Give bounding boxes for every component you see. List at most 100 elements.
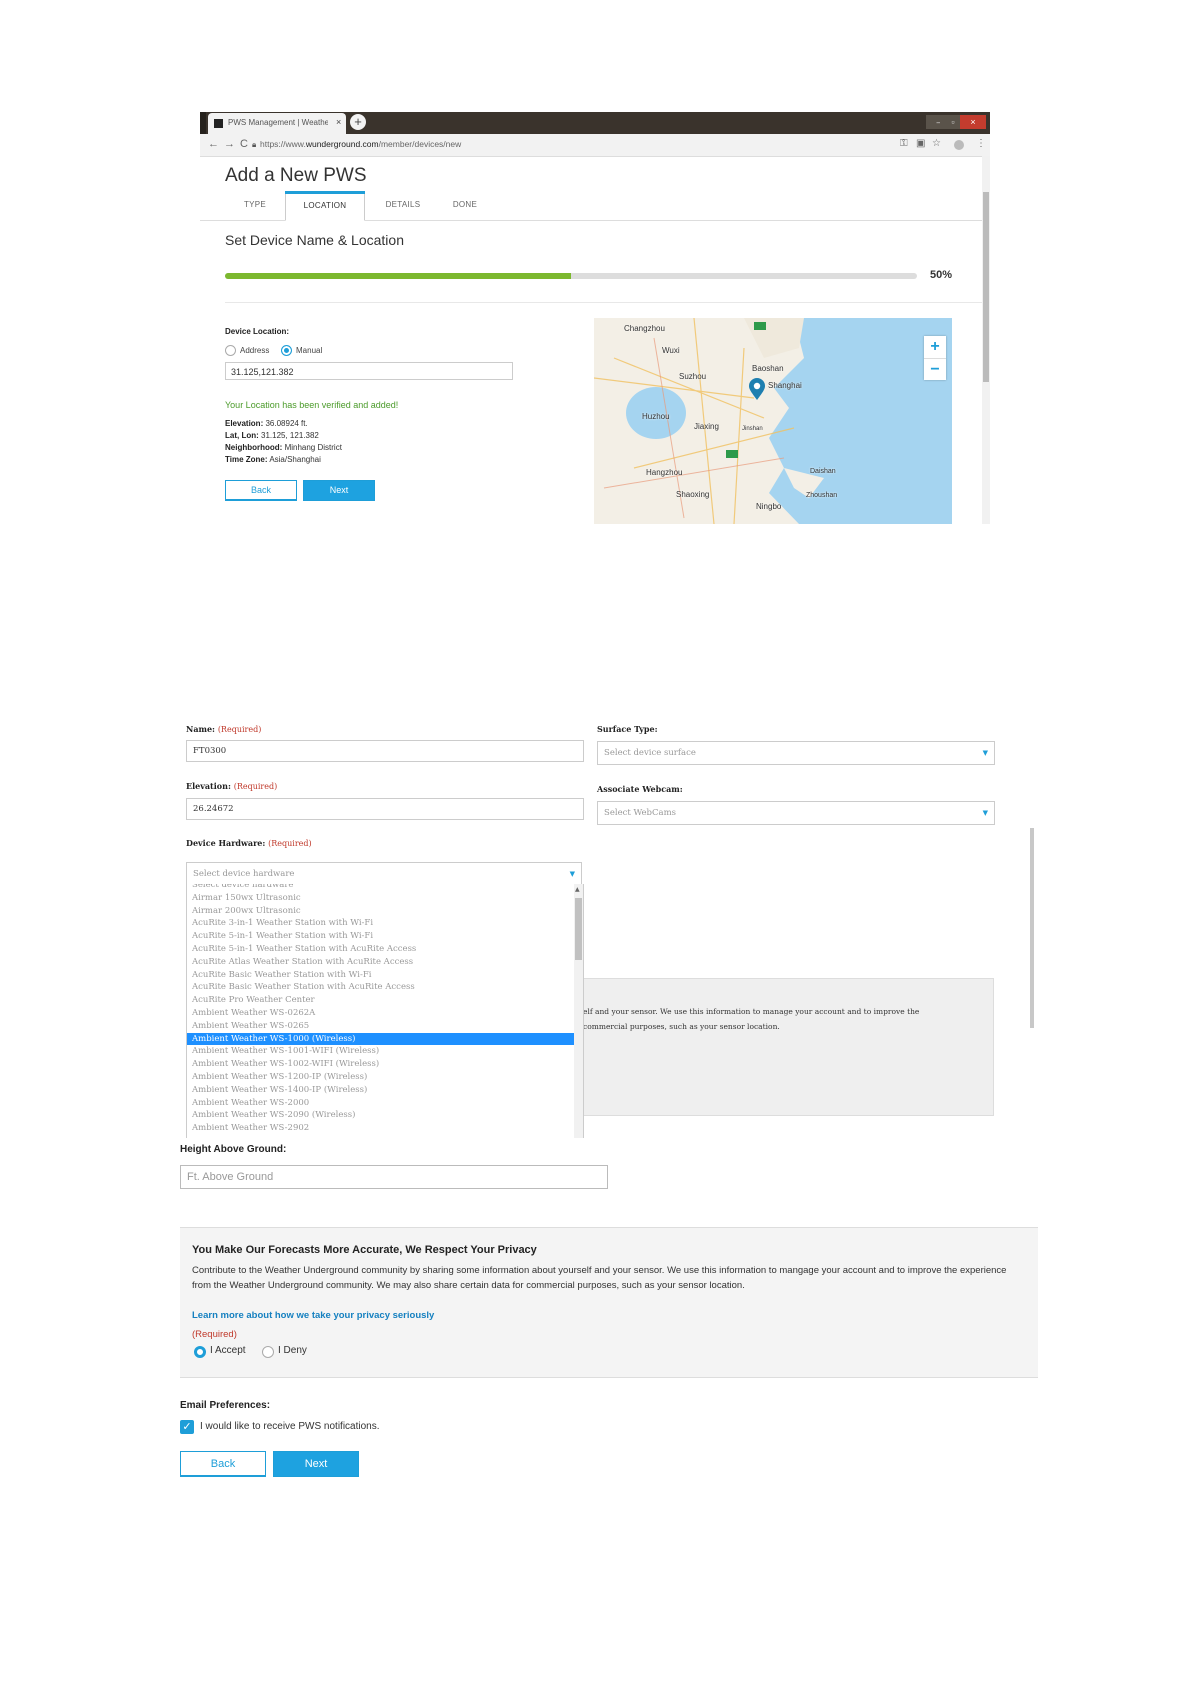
- privacy-required-tag: (Required): [192, 1329, 237, 1340]
- notifications-checkbox[interactable]: ✓: [180, 1420, 194, 1434]
- hardware-option[interactable]: AcuRite Pro Weather Center: [187, 994, 583, 1007]
- device-hardware-label-text: Device Hardware:: [186, 838, 266, 848]
- back-button[interactable]: Back: [225, 480, 297, 501]
- next-button-final[interactable]: Next: [273, 1451, 359, 1477]
- scrollbar-thumb[interactable]: [983, 192, 989, 382]
- radio-address[interactable]: [225, 345, 236, 356]
- height-above-ground-input[interactable]: Ft. Above Ground: [180, 1165, 608, 1189]
- map-label-huzhou: Huzhou: [642, 412, 670, 421]
- webcam-select[interactable]: Select WebCams ▼: [597, 801, 995, 825]
- back-arrow-icon[interactable]: ←: [208, 138, 219, 150]
- privacy-partial-line2: commercial purposes, such as your sensor…: [583, 1022, 780, 1031]
- details-form-screenshot: Name: (Required) FT0300 Surface Type: Se…: [180, 718, 1036, 1138]
- elevation-label: Elevation: (Required): [186, 781, 277, 791]
- hardware-option[interactable]: Ambient Weather WS-1001-WIFI (Wireless): [187, 1045, 583, 1058]
- hardware-option[interactable]: Ambient Weather WS-1002-WIFI (Wireless): [187, 1058, 583, 1071]
- radio-deny[interactable]: [262, 1346, 274, 1358]
- forward-arrow-icon[interactable]: →: [224, 138, 235, 150]
- latlon-info: Lat, Lon: 31.125, 121.382: [225, 431, 319, 440]
- page-title: Add a New PWS: [225, 165, 367, 186]
- zoom-in-button[interactable]: +: [924, 336, 946, 358]
- back-button-final[interactable]: Back: [180, 1451, 266, 1477]
- map-label-suzhou: Suzhou: [679, 372, 707, 381]
- radio-accept-label: I Accept: [210, 1345, 246, 1356]
- hardware-option[interactable]: AcuRite Atlas Weather Station with AcuRi…: [187, 956, 583, 969]
- hardware-option[interactable]: AcuRite 5-in-1 Weather Station with AcuR…: [187, 943, 583, 956]
- hardware-option[interactable]: Ambient Weather WS-1400-IP (Wireless): [187, 1084, 583, 1097]
- hardware-option[interactable]: AcuRite 3-in-1 Weather Station with Wi-F…: [187, 917, 583, 930]
- browser-tab[interactable]: PWS Management | Weather ×: [208, 113, 346, 134]
- map-label-daishan: Daishan: [810, 468, 836, 475]
- browser-menu-icon[interactable]: ⋮: [976, 138, 986, 149]
- active-tab-accent: [285, 191, 365, 194]
- hardware-select[interactable]: Select device hardware ▼: [186, 862, 582, 886]
- tab-close-icon[interactable]: ×: [336, 117, 341, 127]
- hardware-option[interactable]: Ambient Weather WS-0262A: [187, 1007, 583, 1020]
- section-title: Set Device Name & Location: [225, 232, 404, 248]
- map-label-shaoxing: Shaoxing: [676, 490, 710, 499]
- name-input[interactable]: FT0300: [186, 740, 584, 762]
- step-tabs: TYPE LOCATION DETAILS DONE: [200, 191, 982, 221]
- hardware-option[interactable]: AcuRite 5-in-1 Weather Station with Wi-F…: [187, 930, 583, 943]
- form-scrollbar[interactable]: [1030, 828, 1034, 1028]
- radio-accept[interactable]: [194, 1346, 206, 1358]
- hardware-option[interactable]: Ambient Weather WS-1000 (Wireless): [187, 1032, 583, 1046]
- map-label-shanghai: Shanghai: [768, 381, 802, 390]
- zoom-out-button[interactable]: −: [924, 358, 946, 381]
- latlon-info-value: 31.125, 121.382: [261, 431, 319, 440]
- hardware-option[interactable]: Ambient Weather WS-2000: [187, 1097, 583, 1110]
- verified-message: Your Location has been verified and adde…: [225, 400, 399, 410]
- scroll-up-icon[interactable]: ▲: [575, 886, 580, 893]
- map-label-jiaxing: Jiaxing: [694, 422, 719, 431]
- address-bar: ← → C 🔒︎ https://www.wunderground.com/me…: [200, 134, 990, 157]
- radio-manual[interactable]: [281, 345, 292, 356]
- dropdown-scrollbar-thumb[interactable]: [575, 898, 582, 960]
- notifications-label: I would like to receive PWS notification…: [200, 1421, 380, 1432]
- key-icon[interactable]: ⚿: [900, 138, 908, 149]
- tab-type[interactable]: TYPE: [220, 191, 290, 219]
- radio-deny-label: I Deny: [278, 1345, 307, 1356]
- tab-location-label: LOCATION: [303, 201, 347, 210]
- hardware-option[interactable]: AcuRite Basic Weather Station with Wi-Fi: [187, 969, 583, 982]
- tab-location[interactable]: LOCATION: [285, 191, 365, 221]
- hardware-dropdown-list[interactable]: Select device hardware Airmar 150wx Ultra…: [186, 884, 584, 1138]
- hardware-option[interactable]: Ambient Weather WS-1200-IP (Wireless): [187, 1071, 583, 1084]
- timezone-info: Time Zone: Asia/Shanghai: [225, 455, 321, 464]
- page-scrollbar[interactable]: [982, 156, 990, 524]
- next-button[interactable]: Next: [303, 480, 375, 501]
- privacy-panel: You Make Our Forecasts More Accurate, We…: [180, 1227, 1038, 1378]
- map-label-ningbo: Ningbo: [756, 502, 782, 511]
- map-label-jinshan: Jinshan: [742, 426, 763, 432]
- dropdown-scrollbar[interactable]: ▲: [574, 884, 583, 1138]
- device-location-label: Device Location:: [225, 327, 290, 336]
- reload-icon[interactable]: C: [240, 138, 248, 150]
- elevation-required-tag: (Required): [233, 782, 278, 791]
- translate-icon[interactable]: ▣: [916, 138, 925, 149]
- hardware-required-tag: (Required): [268, 839, 312, 848]
- tab-done[interactable]: DONE: [430, 191, 500, 219]
- browser-tab-strip: PWS Management | Weather × + – ▫ ×: [200, 112, 990, 134]
- hardware-option[interactable]: Ambient Weather WS-0265: [187, 1020, 583, 1033]
- elevation-info-value: 36.08924 ft.: [265, 419, 308, 428]
- coordinates-input[interactable]: 31.125,121.382: [225, 362, 513, 380]
- hardware-option[interactable]: Ambient Weather WS-2902: [187, 1122, 583, 1135]
- privacy-learn-more-link[interactable]: Learn more about how we take your privac…: [192, 1310, 434, 1321]
- hardware-option[interactable]: Select device hardware: [187, 884, 583, 892]
- map-zoom-controls: + −: [924, 336, 946, 380]
- hardware-option[interactable]: Airmar 200wx Ultrasonic: [187, 905, 583, 918]
- hardware-option[interactable]: AcuRite Basic Weather Station with AcuRi…: [187, 981, 583, 994]
- associate-webcam-label: Associate Webcam:: [597, 784, 683, 794]
- new-tab-button[interactable]: +: [350, 114, 366, 130]
- profile-avatar-icon[interactable]: [954, 140, 964, 150]
- hardware-option[interactable]: Airmar 150wx Ultrasonic: [187, 892, 583, 905]
- lock-icon: 🔒︎: [252, 140, 257, 149]
- location-map[interactable]: Changzhou Wuxi Suzhou Baoshan Shanghai H…: [594, 318, 952, 524]
- bookmark-star-icon[interactable]: ☆: [932, 138, 941, 149]
- elevation-input[interactable]: 26.24672: [186, 798, 584, 820]
- close-window-button[interactable]: ×: [960, 115, 986, 129]
- url-field[interactable]: https://www.wunderground.com/member/devi…: [260, 139, 461, 149]
- surface-type-select[interactable]: Select device surface ▼: [597, 741, 995, 765]
- hardware-option[interactable]: Ambient Weather WS-2090 (Wireless): [187, 1109, 583, 1122]
- timezone-info-label: Time Zone:: [225, 455, 268, 464]
- tab-details[interactable]: DETAILS: [368, 191, 438, 219]
